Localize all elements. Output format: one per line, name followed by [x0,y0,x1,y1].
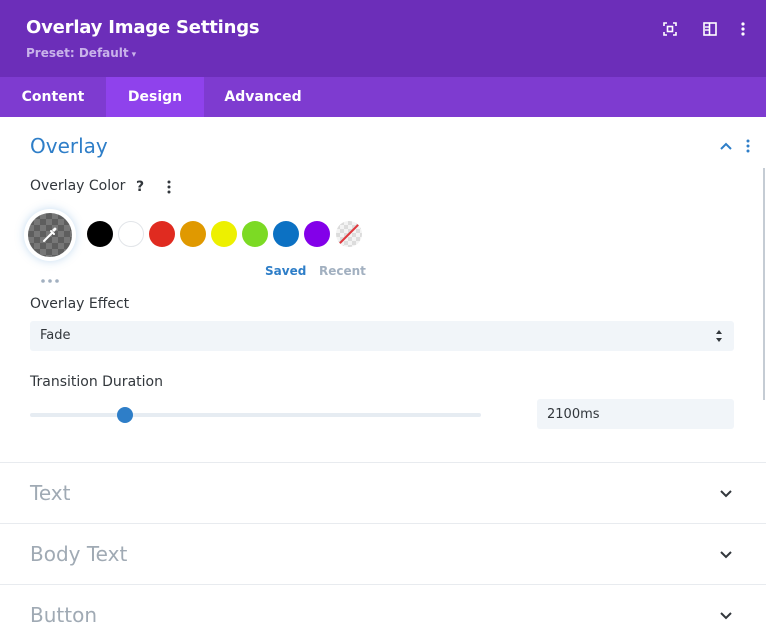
tab-content[interactable]: Content [0,77,106,117]
overlay-effect-select[interactable]: Fade [30,321,734,351]
chevron-down-icon[interactable] [719,609,733,623]
transition-duration-slider[interactable] [30,413,481,417]
chevron-up-icon[interactable] [719,139,733,153]
tab-bar: Content Design Advanced [0,77,766,117]
chevron-down-icon[interactable] [719,548,733,562]
help-icon[interactable]: ? [134,179,146,195]
slider-handle[interactable] [116,407,133,423]
modal-title: Overlay Image Settings [26,17,260,38]
color-swatch[interactable] [87,221,113,247]
recent-tab[interactable]: Recent [319,264,366,278]
tab-design[interactable]: Design [106,77,204,117]
overlay-section-title[interactable]: Overlay [30,134,108,158]
preset-label: Preset: Default [26,46,129,60]
section-more-icon[interactable] [741,139,755,153]
section-divider [0,584,766,585]
overlay-effect-value: Fade [40,328,71,343]
transition-duration-input[interactable] [537,399,734,429]
select-arrows-icon [716,330,722,342]
modal-header: Overlay Image Settings Preset: Default ▾ [0,0,766,77]
scrollbar[interactable] [763,168,765,400]
color-swatch[interactable] [211,221,237,247]
section-divider [0,462,766,463]
color-swatch[interactable] [304,221,330,247]
body-text-section-title[interactable]: Body Text [30,542,127,566]
section-divider [0,523,766,524]
preset-selector[interactable]: Preset: Default ▾ [26,46,136,60]
more-vertical-icon[interactable] [732,18,754,40]
option-more-icon[interactable] [164,179,174,195]
button-section-title[interactable]: Button [30,603,97,627]
expand-icon[interactable] [659,18,681,40]
color-swatch[interactable] [180,221,206,247]
color-swatch[interactable] [242,221,268,247]
color-swatch[interactable] [273,221,299,247]
chevron-down-icon[interactable] [719,487,733,501]
color-swatch[interactable] [118,221,144,247]
color-picker-button[interactable] [28,213,72,257]
split-view-icon[interactable] [699,18,721,40]
transition-duration-label: Transition Duration [30,374,163,390]
overlay-effect-label: Overlay Effect [30,296,130,312]
eyedropper-icon [43,227,57,242]
color-swatch[interactable] [149,221,175,247]
saved-tab[interactable]: Saved [265,264,306,278]
tab-advanced[interactable]: Advanced [204,77,322,117]
overlay-color-label: Overlay Color [30,178,126,194]
caret-down-icon: ▾ [131,50,137,60]
more-colors-icon[interactable] [39,269,61,283]
clear-color-swatch[interactable] [336,221,362,247]
text-section-title[interactable]: Text [30,481,70,505]
